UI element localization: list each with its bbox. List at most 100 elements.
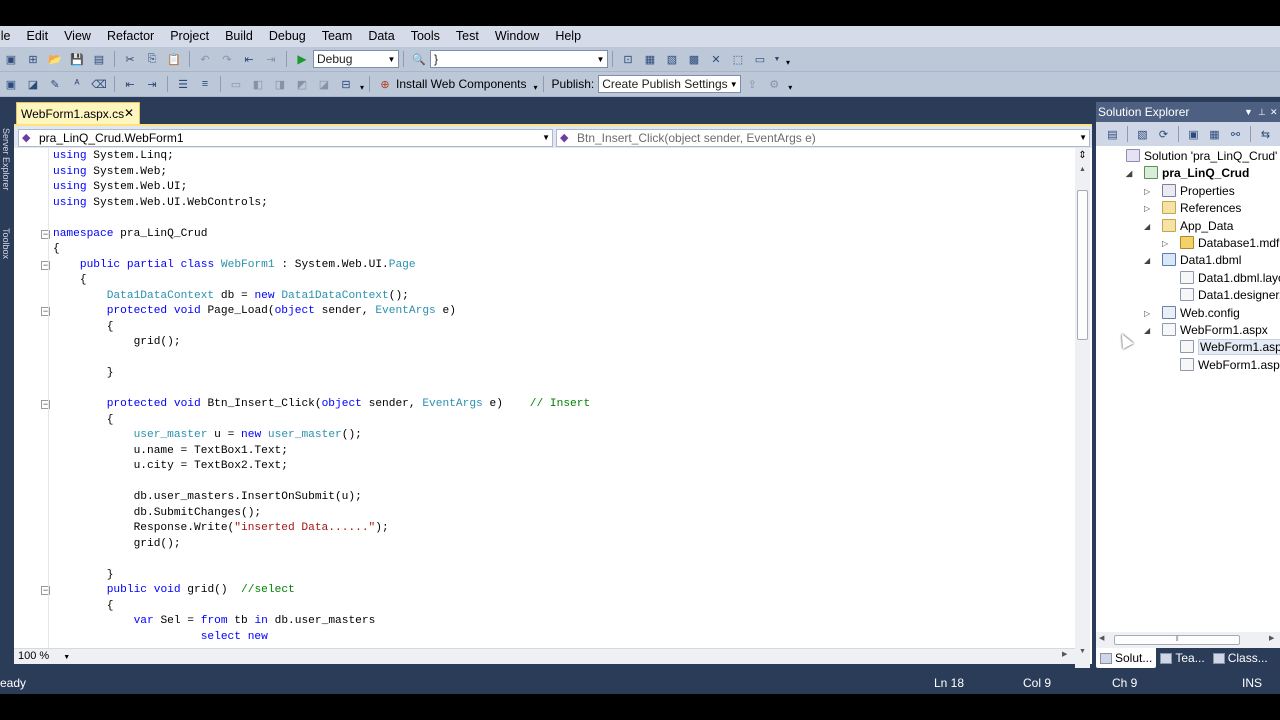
code-line[interactable]: grid(); (14, 335, 1075, 351)
code-line[interactable]: db.user_masters.InsertOnSubmit(u); (14, 490, 1075, 506)
clear-bookmarks-icon[interactable]: ⊟ (337, 76, 355, 92)
menu-item-ile[interactable]: ile (0, 26, 19, 47)
collapse-icon[interactable]: ◢ (1126, 165, 1132, 182)
code-line[interactable]: { (14, 413, 1075, 429)
find-in-files-icon[interactable]: 🔍 (410, 51, 428, 67)
code-line[interactable]: Data1DataContext db = new Data1DataConte… (14, 289, 1075, 305)
add-item-icon[interactable]: ⊞ (24, 51, 42, 67)
new-project-icon[interactable]: ▣ (2, 51, 20, 67)
team-explorer-tab[interactable]: Tea... (1156, 648, 1208, 668)
next-bookmark-folder-icon[interactable]: ◪ (315, 76, 333, 92)
menu-item-debug[interactable]: Debug (261, 26, 314, 47)
code-line[interactable]: Response.Write("inserted Data......"); (14, 521, 1075, 537)
publish-settings-icon[interactable]: ⚙ (765, 76, 783, 92)
comment-out-icon[interactable]: ☰ (174, 76, 192, 92)
tree-node[interactable]: Data1.designer.cs (1180, 287, 1280, 304)
extension-manager-icon[interactable]: ✕ (707, 51, 725, 67)
open-file-icon[interactable]: 📂 (46, 51, 64, 67)
tree-node[interactable]: ◢ Data1.dbml (1144, 252, 1241, 269)
clear-format-icon[interactable]: ⌫ (90, 76, 108, 92)
code-line[interactable]: { (14, 599, 1075, 615)
window-position-icon[interactable]: ▼ (1244, 102, 1253, 122)
format-icon[interactable]: ▣ (2, 76, 20, 92)
code-line[interactable]: select new (14, 630, 1075, 646)
menu-item-edit[interactable]: Edit (19, 26, 57, 47)
prev-bookmark-folder-icon[interactable]: ◩ (293, 76, 311, 92)
tree-node[interactable]: ▷ Properties (1144, 183, 1235, 200)
solution-configuration-combo[interactable]: Debug ▼ (313, 50, 399, 68)
code-line[interactable]: } (14, 366, 1075, 382)
undo-icon[interactable]: ↶ (196, 51, 214, 67)
close-icon[interactable]: ✕ (124, 106, 134, 120)
menu-item-test[interactable]: Test (448, 26, 487, 47)
solution-horizontal-scrollbar[interactable]: ◀ ⦀ ▶ (1096, 632, 1280, 648)
members-combo[interactable]: ◆ Btn_Insert_Click(object sender, EventA… (556, 129, 1090, 147)
solution-explorer-icon[interactable]: ⊡ (619, 51, 637, 67)
menu-item-project[interactable]: Project (162, 26, 217, 47)
collapse-icon[interactable]: ◢ (1144, 218, 1150, 235)
indent-icon[interactable]: ⇥ (143, 76, 161, 92)
code-line[interactable]: { (14, 320, 1075, 336)
command-window-icon[interactable]: ▭ (751, 51, 769, 67)
install-icon[interactable]: ⊕ (376, 76, 394, 92)
collapse-icon[interactable]: ◢ (1144, 322, 1150, 339)
font-size-icon[interactable]: ᴬ (68, 76, 86, 92)
menu-item-window[interactable]: Window (487, 26, 547, 47)
code-line[interactable]: − protected void Btn_Insert_Click(object… (14, 397, 1075, 413)
style-icon[interactable]: ◪ (24, 76, 42, 92)
tree-node[interactable]: ▷ Database1.mdf (1162, 235, 1279, 252)
menu-item-tools[interactable]: Tools (403, 26, 448, 47)
paste-icon[interactable]: 📋 (165, 51, 183, 67)
toolbar-overflow-icon[interactable]: ▾ (785, 51, 791, 67)
code-line[interactable]: grid(); (14, 537, 1075, 553)
navigate-forward-icon[interactable]: ⇥ (262, 51, 280, 67)
document-tab-webform1-cs[interactable]: WebForm1.aspx.cs ✕ (16, 102, 140, 124)
cut-icon[interactable]: ✂ (121, 51, 139, 67)
scroll-up-icon[interactable]: ▲ (1075, 166, 1090, 178)
tree-node[interactable]: ◢ WebForm1.aspx (1144, 322, 1268, 339)
zoom-combo[interactable]: 100 % ▼ (18, 650, 70, 664)
start-page-icon[interactable]: ⬚ (729, 51, 747, 67)
toolbar-overflow-icon[interactable]: ▾ (359, 76, 365, 92)
refresh-icon[interactable]: ⟳ (1155, 126, 1172, 142)
code-line[interactable]: { (14, 242, 1075, 258)
code-line[interactable]: user_master u = new user_master(); (14, 428, 1075, 444)
toolbar-overflow-icon[interactable]: ▾ (787, 76, 793, 92)
code-line[interactable] (14, 552, 1075, 568)
code-editor[interactable]: using System.Linq; using System.Web; using… (14, 148, 1075, 648)
object-browser-icon[interactable]: ▧ (663, 51, 681, 67)
menu-item-view[interactable]: View (56, 26, 99, 47)
code-line[interactable]: using System.Web.UI; (14, 180, 1075, 196)
code-line[interactable]: using System.Web; (14, 165, 1075, 181)
scroll-right-icon[interactable]: ▶ (1062, 650, 1067, 658)
find-combo[interactable]: } ▼ (430, 50, 608, 68)
toolbar-overflow-icon[interactable]: ▾ (533, 76, 539, 92)
highlight-icon[interactable]: ✎ (46, 76, 64, 92)
tree-node[interactable]: ◢ pra_LinQ_Crud (1126, 165, 1249, 182)
uncomment-icon[interactable]: ≡ (196, 76, 214, 92)
horizontal-scrollbar[interactable]: 100 % ▼ ▶ (14, 648, 1075, 664)
code-line[interactable]: − public partial class WebForm1 : System… (14, 258, 1075, 274)
bookmark-icon[interactable]: ▭ (227, 76, 245, 92)
publish-web-icon[interactable]: ⇪ (743, 76, 761, 92)
copy-website-icon[interactable]: ⇆ (1257, 126, 1274, 142)
next-bookmark-icon[interactable]: ◨ (271, 76, 289, 92)
expand-icon[interactable]: ▷ (1144, 183, 1150, 200)
code-line[interactable] (14, 475, 1075, 491)
install-web-components-button[interactable]: Install Web Components (396, 77, 527, 91)
vertical-scrollbar[interactable]: ⇕ ▲ ▼ (1075, 148, 1090, 668)
tree-node[interactable]: WebForm1.aspx.cs (1180, 339, 1280, 356)
code-line[interactable]: { (14, 273, 1075, 289)
collapse-icon[interactable]: ◢ (1144, 252, 1150, 269)
code-line[interactable]: − protected void Page_Load(object sender… (14, 304, 1075, 320)
scroll-thumb[interactable] (1077, 190, 1088, 340)
navigate-backward-icon[interactable]: ⇤ (240, 51, 258, 67)
save-all-icon[interactable]: ▤ (90, 51, 108, 67)
tree-node[interactable]: ◢ App_Data (1144, 218, 1233, 235)
view-code-icon[interactable]: ▣ (1185, 126, 1202, 142)
outdent-icon[interactable]: ⇤ (121, 76, 139, 92)
save-icon[interactable]: 💾 (68, 51, 86, 67)
tree-node[interactable]: ▷ References (1144, 200, 1241, 217)
scroll-right-icon[interactable]: ▶ (1269, 634, 1274, 642)
menu-item-team[interactable]: Team (314, 26, 361, 47)
